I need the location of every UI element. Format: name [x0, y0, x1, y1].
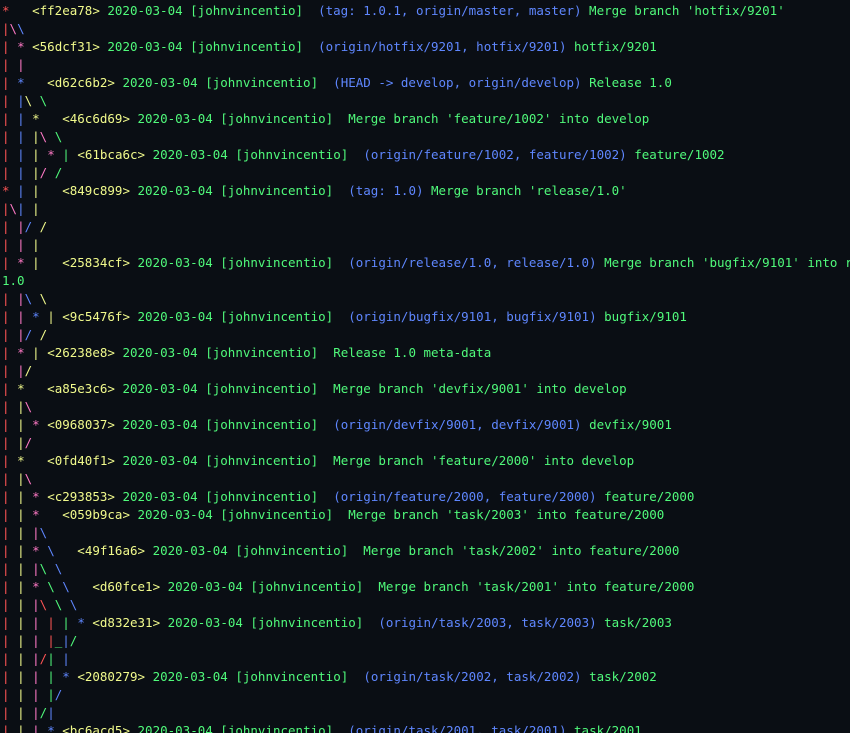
- graph-line: | |/ /: [2, 219, 47, 234]
- graph-line: | |\: [2, 399, 32, 414]
- commit-line: | * <56dcf31> 2020-03-04 [johnvincentio]…: [2, 39, 657, 54]
- commit-line: | | * <46c6d69> 2020-03-04 [johnvincenti…: [2, 111, 649, 126]
- commit-line: | | | | * <2080279> 2020-03-04 [johnvinc…: [2, 669, 657, 684]
- graph-line: | | |: [2, 237, 40, 252]
- graph-line: | | |\ \: [2, 561, 62, 576]
- commit-line: | * <d62c6b2> 2020-03-04 [johnvincentio]…: [2, 75, 672, 90]
- graph-line: |\\: [2, 21, 25, 36]
- graph-line: | | |\ \: [2, 129, 62, 144]
- graph-line: | | |\: [2, 525, 47, 540]
- commit-line: | | * <059b9ca> 2020-03-04 [johnvincenti…: [2, 507, 664, 522]
- commit-line: | | | | | * <d832e31> 2020-03-04 [johnvi…: [2, 615, 672, 630]
- graph-line: | |\ \: [2, 93, 47, 108]
- commit-line: | * | <26238e8> 2020-03-04 [johnvincenti…: [2, 345, 491, 360]
- graph-line: | |/ /: [2, 327, 47, 342]
- commit-line: | | * \ \ <d60fce1> 2020-03-04 [johnvinc…: [2, 579, 694, 594]
- graph-line: | |\: [2, 471, 32, 486]
- commit-line: | | * <c293853> 2020-03-04 [johnvincenti…: [2, 489, 694, 504]
- commit-line: * <ff2ea78> 2020-03-04 [johnvincentio] (…: [2, 3, 785, 18]
- graph-line: | |/: [2, 435, 32, 450]
- graph-line: | | | |_|/: [2, 633, 77, 648]
- commit-line: | | | * <bc6acd5> 2020-03-04 [johnvincen…: [2, 723, 642, 733]
- commit-line: | | * | <9c5476f> 2020-03-04 [johnvincen…: [2, 309, 687, 324]
- graph-line: | | |/|: [2, 705, 55, 720]
- commit-line: | | * <0968037> 2020-03-04 [johnvincenti…: [2, 417, 672, 432]
- graph-line: | | |/| |: [2, 651, 70, 666]
- graph-line: | |: [2, 57, 25, 72]
- commit-line: | | * \ <49f16a6> 2020-03-04 [johnvincen…: [2, 543, 679, 558]
- commit-line: * | | <849c899> 2020-03-04 [johnvincenti…: [2, 183, 627, 198]
- graph-line: | | | |/: [2, 687, 62, 702]
- graph-line: | |\ \: [2, 291, 47, 306]
- commit-line: | | | * | <61bca6c> 2020-03-04 [johnvinc…: [2, 147, 725, 162]
- graph-line: | | |\ \ \: [2, 597, 77, 612]
- commit-line: | * <a85e3c6> 2020-03-04 [johnvincentio]…: [2, 381, 627, 396]
- git-log-output: * <ff2ea78> 2020-03-04 [johnvincentio] (…: [0, 0, 850, 733]
- commit-line: | * <0fd40f1> 2020-03-04 [johnvincentio]…: [2, 453, 634, 468]
- commit-line: | * | <25834cf> 2020-03-04 [johnvincenti…: [2, 255, 850, 270]
- graph-line: |\| |: [2, 201, 40, 216]
- graph-line: | |/: [2, 363, 32, 378]
- graph-line: | | |/ /: [2, 165, 62, 180]
